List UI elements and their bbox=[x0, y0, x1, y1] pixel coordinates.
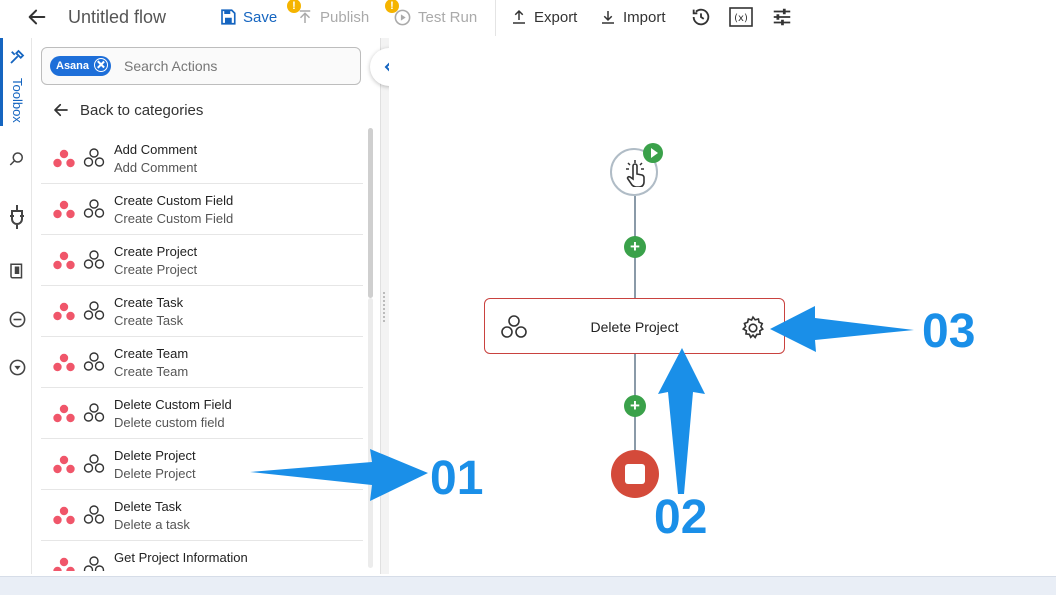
annotation-arrow-01 bbox=[250, 449, 428, 501]
annotation-label-01: 01 bbox=[430, 452, 484, 505]
annotation-arrow-02 bbox=[658, 348, 705, 494]
window-bottom-edge bbox=[0, 576, 1056, 595]
annotation-arrows bbox=[250, 306, 914, 501]
annotation-label-02: 02 bbox=[654, 491, 708, 544]
annotation-label-03: 03 bbox=[922, 305, 976, 358]
annotation-arrow-03 bbox=[770, 306, 914, 352]
